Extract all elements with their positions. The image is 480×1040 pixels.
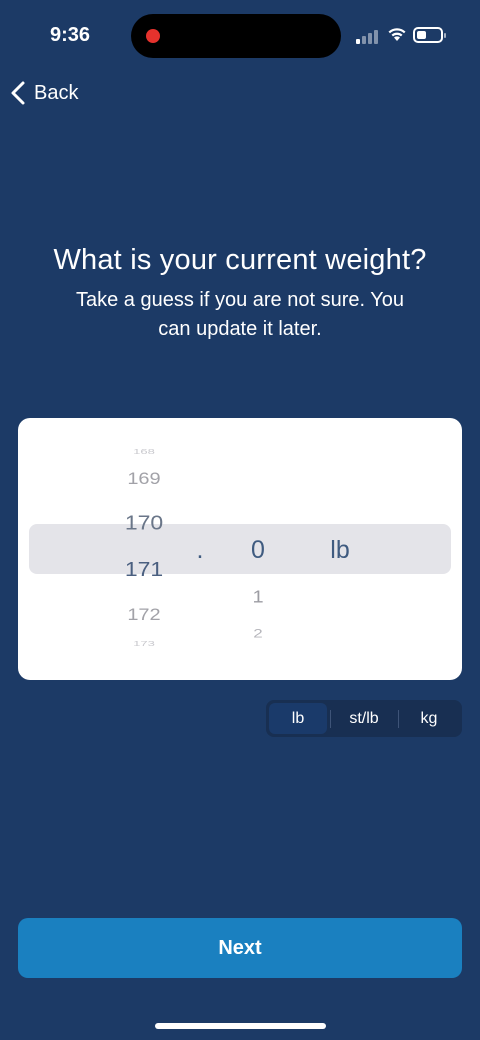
status-bar: 9:36: [0, 0, 480, 72]
recording-indicator-icon: [146, 29, 160, 43]
picker-decimal-separator: .: [196, 536, 204, 564]
battery-icon: [413, 27, 446, 43]
home-indicator[interactable]: [155, 1023, 326, 1029]
cellular-signal-icon: [356, 28, 380, 44]
dynamic-island: [131, 14, 341, 58]
unit-divider: [398, 710, 399, 728]
unit-divider: [330, 710, 331, 728]
chevron-left-icon: [11, 81, 25, 105]
back-label: Back: [34, 81, 79, 104]
picker-decimal-item[interactable]: 2: [238, 627, 278, 641]
picker-whole-item[interactable]: 169: [114, 470, 174, 490]
picker-unit-label: lb: [330, 536, 350, 564]
weight-picker[interactable]: 168 169 170 171 172 173 . 0 1 2 lb: [18, 418, 462, 680]
screen: 9:36 Back What is your current weight? T…: [0, 0, 480, 1040]
picker-whole-item-selected[interactable]: 171: [114, 557, 174, 581]
picker-whole-item[interactable]: 172: [114, 606, 174, 626]
picker-whole-item[interactable]: 168: [114, 447, 174, 455]
unit-option-lb[interactable]: lb: [269, 703, 327, 734]
back-button[interactable]: Back: [10, 78, 78, 108]
page-title: What is your current weight?: [53, 244, 427, 276]
status-time: 9:36: [50, 24, 91, 46]
next-button[interactable]: Next: [18, 918, 462, 978]
unit-option-kg[interactable]: kg: [400, 703, 458, 734]
picker-whole-item[interactable]: 170: [114, 510, 174, 534]
unit-toggle: lb st/lb kg: [266, 700, 462, 737]
picker-decimal-item-selected[interactable]: 0: [238, 536, 278, 565]
picker-whole-item[interactable]: 173: [114, 639, 174, 647]
page-subtitle: Take a guess if you are not sure. You ca…: [76, 289, 404, 340]
unit-option-st-lb[interactable]: st/lb: [332, 703, 396, 734]
wifi-icon: [388, 28, 406, 41]
picker-decimal-item[interactable]: 1: [238, 587, 278, 608]
